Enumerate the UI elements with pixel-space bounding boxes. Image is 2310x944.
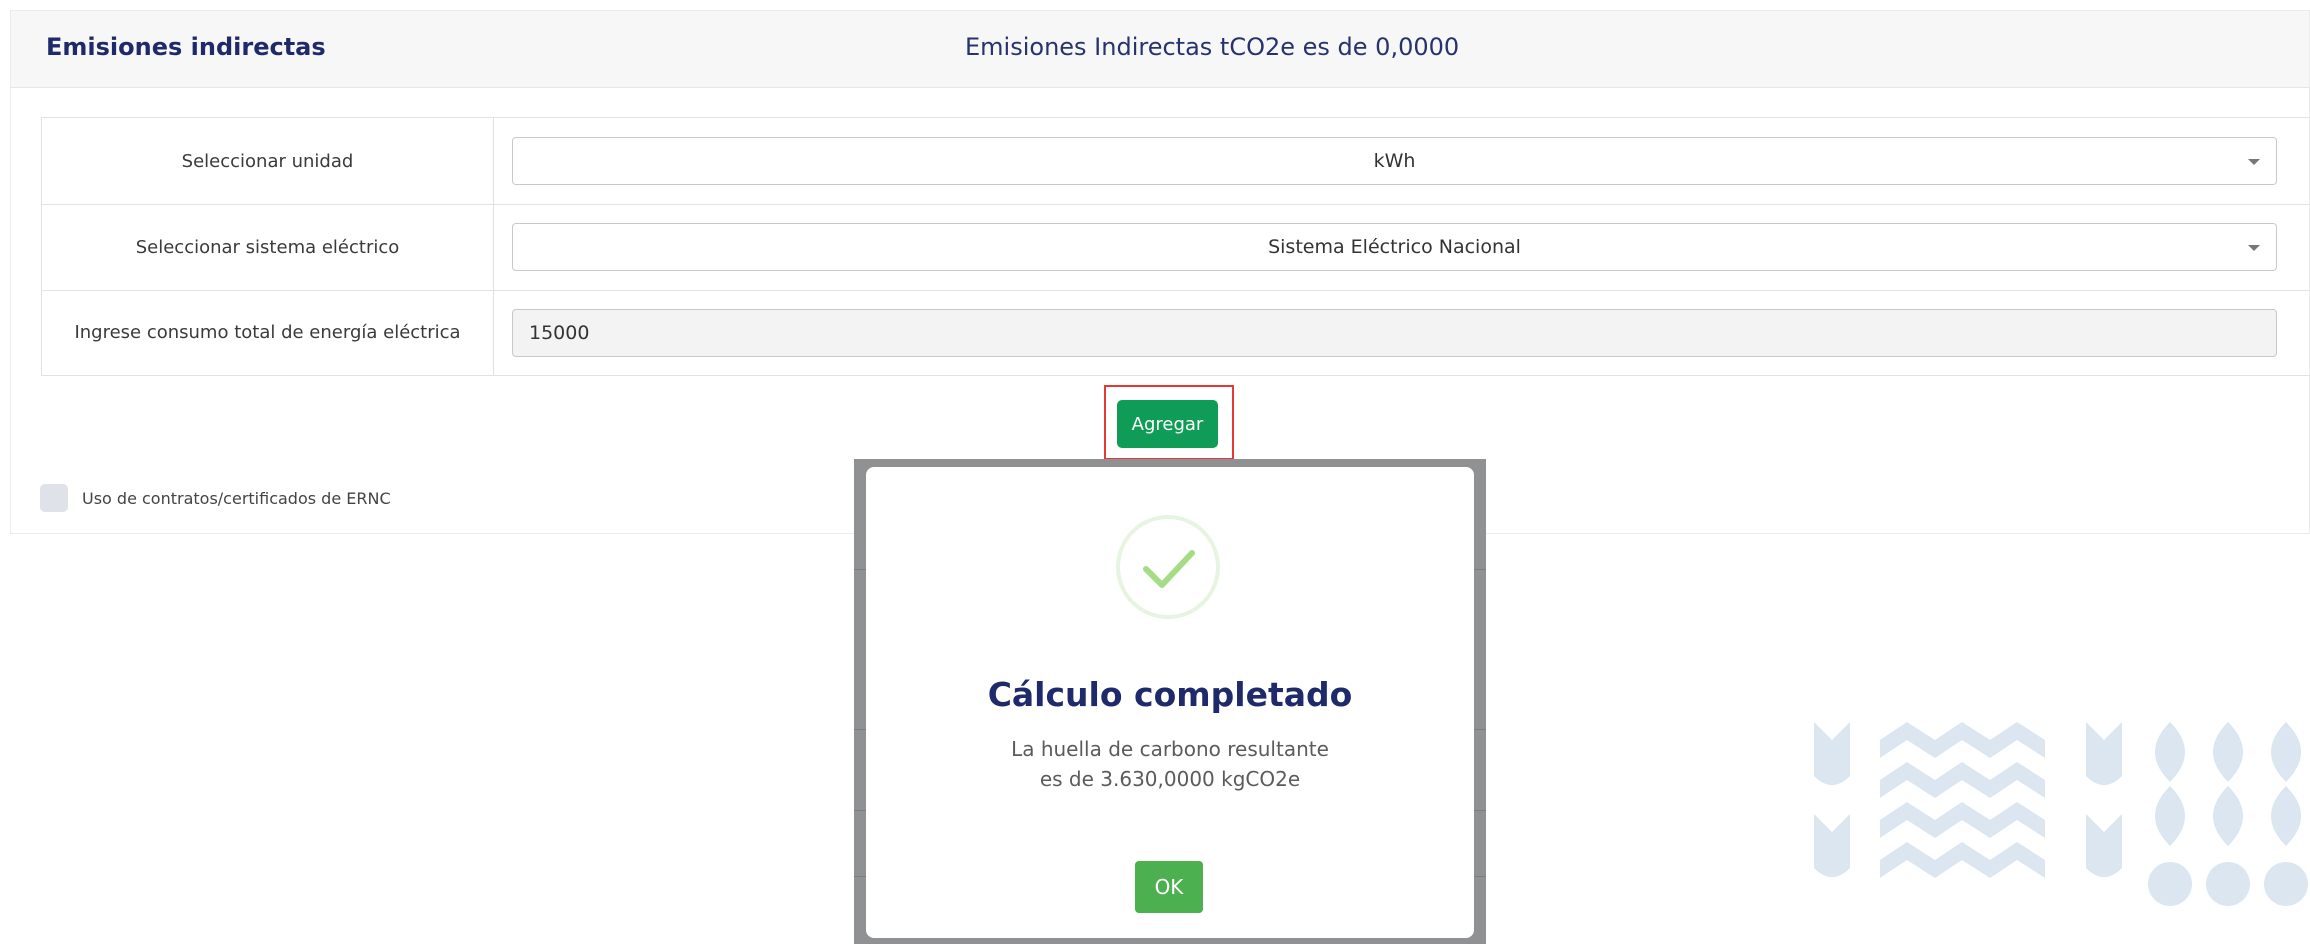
- unit-label: Seleccionar unidad: [42, 118, 494, 204]
- checkmark-icon: [1116, 515, 1220, 619]
- form-row-system: Seleccionar sistema eléctrico Sistema El…: [42, 204, 2310, 291]
- modal-title: Cálculo completado: [987, 675, 1353, 714]
- modal-message-line1: La huella de carbono resultante: [1011, 737, 1329, 761]
- ernc-checkbox-row[interactable]: Uso de contratos/certificados de ERNC: [40, 484, 391, 512]
- system-label: Seleccionar sistema eléctrico: [42, 204, 494, 290]
- consumption-input-value: 15000: [529, 322, 590, 344]
- ok-button[interactable]: OK: [1135, 861, 1203, 913]
- unit-select-value: kWh: [1373, 150, 1416, 172]
- success-modal: Cálculo completado La huella de carbono …: [866, 467, 1474, 938]
- card-header: Emisiones indirectas Emisiones Indirecta…: [11, 11, 2309, 88]
- consumption-label: Ingrese consumo total de energía eléctri…: [42, 290, 494, 375]
- emissions-summary: Emisiones Indirectas tCO2e es de 0,0000: [965, 33, 1460, 61]
- chevron-down-icon: [2248, 245, 2260, 251]
- chevron-down-icon: [2248, 159, 2260, 165]
- form-row-consumption: Ingrese consumo total de energía eléctri…: [42, 290, 2310, 375]
- ernc-checkbox-label: Uso de contratos/certificados de ERNC: [82, 488, 391, 508]
- consumption-input[interactable]: 15000: [512, 309, 2277, 357]
- ernc-checkbox[interactable]: [40, 484, 68, 512]
- system-select-value: Sistema Eléctrico Nacional: [1268, 236, 1521, 258]
- system-select[interactable]: Sistema Eléctrico Nacional: [512, 223, 2277, 271]
- brand-logo: [1814, 722, 2308, 906]
- modal-message-line2: es de 3.630,0000 kgCO2e: [1039, 767, 1301, 791]
- add-button-highlight: Agregar: [1104, 385, 1234, 460]
- unit-select[interactable]: kWh: [512, 137, 2277, 185]
- form-row-unit: Seleccionar unidad kWh: [42, 118, 2310, 205]
- add-button[interactable]: Agregar: [1117, 400, 1218, 448]
- modal-message: La huella de carbono resultante es de 3.…: [866, 734, 1474, 794]
- form-table: Seleccionar unidad kWh Seleccionar siste…: [41, 117, 2310, 376]
- card-title: Emisiones indirectas: [46, 33, 326, 61]
